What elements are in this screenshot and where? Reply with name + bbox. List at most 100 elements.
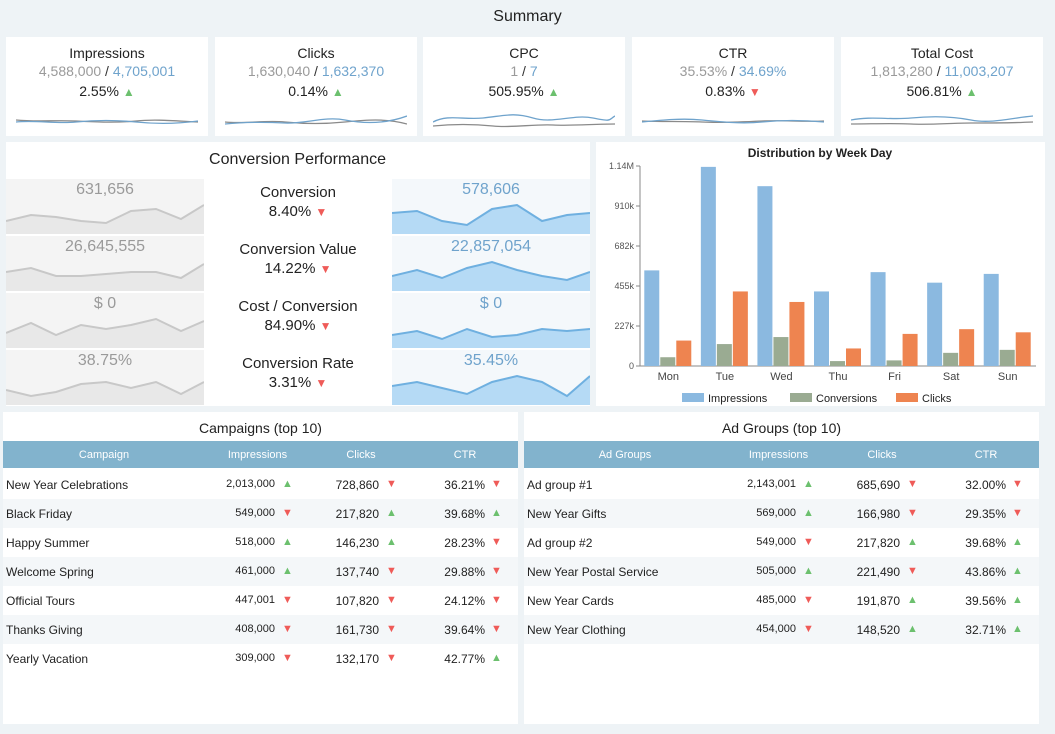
- table-row[interactable]: Black Friday 549,000 ▼ 217,820 ▲ 39.68% …: [3, 499, 518, 528]
- current-period-cell: 35.45%: [392, 350, 590, 405]
- table-row[interactable]: Welcome Spring 461,000 ▲ 137,740 ▼ 29.88…: [3, 557, 518, 586]
- table-row[interactable]: Ad group #2 549,000 ▼ 217,820 ▲ 39.68% ▲: [524, 528, 1039, 557]
- col-clicks[interactable]: Clicks: [831, 449, 933, 461]
- kpi-card-cpc[interactable]: CPC 1 / 7 505.95% ▲: [423, 37, 625, 136]
- row-ctr: 28.23%: [444, 536, 485, 550]
- kpi-card-clicks[interactable]: Clicks 1,630,040 / 1,632,370 0.14% ▲: [215, 37, 417, 136]
- row-name: Ad group #1: [527, 478, 593, 492]
- arrow-down-icon: ▼: [907, 565, 918, 577]
- arrow-up-icon: ▲: [1012, 594, 1023, 606]
- kpi-previous: 35.53%: [679, 63, 728, 79]
- arrow-down-icon: ▼: [491, 565, 502, 577]
- conversion-performance-panel: Conversion Performance 631,656 Conversio…: [6, 142, 590, 406]
- arrow-up-icon: ▲: [331, 85, 344, 99]
- kpi-previous: 1,813,280: [870, 63, 933, 79]
- col-impressions[interactable]: Impressions: [205, 449, 310, 461]
- kpi-current: 34.69%: [738, 63, 787, 79]
- current-sparkline: [392, 203, 590, 234]
- table-row[interactable]: New Year Gifts 569,000 ▲ 166,980 ▼ 29.35…: [524, 499, 1039, 528]
- col-ctr[interactable]: CTR: [412, 449, 518, 461]
- kpi-card-total-cost[interactable]: Total Cost 1,813,280 / 11,003,207 506.81…: [841, 37, 1043, 136]
- col-impressions[interactable]: Impressions: [726, 449, 831, 461]
- x-tick-label: Sat: [943, 371, 960, 383]
- weekday-distribution-chart: Distribution by Week Day 0 227k 455k 682k 910…: [596, 142, 1045, 406]
- previous-value: $ 0: [93, 295, 117, 312]
- col-ctr[interactable]: CTR: [933, 449, 1039, 461]
- sparkline-area: [392, 376, 590, 405]
- arrow-down-icon: ▼: [282, 507, 293, 519]
- row-name: New Year Clothing: [527, 623, 626, 637]
- row-name: New Year Postal Service: [527, 565, 659, 579]
- row-ctr: 36.21%: [444, 478, 485, 492]
- kpi-card-impressions[interactable]: Impressions 4,588,000 / 4,705,001 2.55% …: [6, 37, 208, 136]
- campaigns-title: Campaigns (top 10): [199, 420, 322, 436]
- table-row[interactable]: Thanks Giving 408,000 ▼ 161,730 ▼ 39.64%…: [3, 615, 518, 644]
- row-clicks: 107,820: [335, 594, 379, 608]
- metric-change-value: 3.31%: [268, 374, 312, 391]
- row-name: New Year Celebrations: [6, 478, 129, 492]
- bar-impressions-thu: [814, 291, 829, 366]
- sparkline-previous: [851, 121, 1033, 125]
- col-clicks[interactable]: Clicks: [310, 449, 412, 461]
- sparkline-area: [6, 382, 204, 405]
- row-clicks: 221,490: [856, 565, 900, 579]
- table-row[interactable]: New Year Cards 485,000 ▼ 191,870 ▲ 39.56…: [524, 586, 1039, 615]
- current-period-cell: $ 0: [392, 293, 590, 348]
- arrow-down-icon: ▼: [803, 536, 814, 548]
- arrow-down-icon: ▼: [315, 205, 328, 219]
- metric-name: Conversion: [260, 184, 336, 201]
- row-impressions: 408,000: [235, 623, 275, 635]
- row-clicks: 217,820: [335, 507, 379, 521]
- y-tick-label: 910k: [614, 201, 634, 211]
- kpi-name: CTR: [718, 45, 748, 61]
- legend-label-conversions: Conversions: [816, 393, 878, 405]
- chart-title: Distribution by Week Day: [748, 146, 893, 160]
- arrow-down-icon: ▼: [386, 478, 397, 490]
- arrow-down-icon: ▼: [315, 376, 328, 390]
- table-row[interactable]: Happy Summer 518,000 ▲ 146,230 ▲ 28.23% …: [3, 528, 518, 557]
- page-title: Summary: [493, 8, 562, 25]
- previous-period-cell: $ 0: [6, 293, 204, 348]
- previous-value: 631,656: [76, 181, 134, 198]
- row-impressions: 447,001: [235, 594, 275, 606]
- previous-sparkline: [6, 263, 204, 291]
- row-impressions: 461,000: [235, 565, 275, 577]
- bar-clicks-sat: [959, 329, 975, 366]
- arrow-up-icon: ▲: [1012, 565, 1023, 577]
- table-row[interactable]: New Year Postal Service 505,000 ▲ 221,49…: [524, 557, 1039, 586]
- legend-label-clicks: Clicks: [922, 393, 952, 405]
- x-tick-label: Tue: [716, 371, 735, 383]
- arrow-up-icon: ▲: [386, 507, 397, 519]
- kpi-previous: 4,588,000: [38, 63, 102, 79]
- col-adgroups[interactable]: Ad Groups: [524, 449, 726, 461]
- conversion-metric: Conversion 8.40% ▼: [204, 179, 392, 234]
- row-clicks: 146,230: [335, 536, 379, 550]
- table-row[interactable]: New Year Celebrations 2,013,000 ▲ 728,86…: [3, 470, 518, 499]
- kpi-card-ctr[interactable]: CTR 35.53% / 34.69% 0.83% ▼: [632, 37, 834, 136]
- sparkline-area: [6, 264, 204, 291]
- bar-impressions-sat: [927, 282, 943, 366]
- previous-value: 26,645,555: [64, 238, 146, 255]
- table-row[interactable]: Official Tours 447,001 ▼ 107,820 ▼ 24.12…: [3, 586, 518, 615]
- bar-conversions-fri: [886, 360, 902, 366]
- row-ctr: 32.00%: [965, 478, 1006, 492]
- legend-swatch-clicks: [896, 393, 918, 402]
- arrow-up-icon: ▲: [491, 507, 502, 519]
- row-ctr: 39.68%: [965, 536, 1006, 550]
- conversion-row: 631,656 Conversion 8.40% ▼ 578,606: [6, 179, 590, 235]
- kpi-name: CPC: [509, 45, 539, 61]
- table-row[interactable]: Yearly Vacation 309,000 ▼ 132,170 ▼ 42.7…: [3, 644, 518, 673]
- metric-name: Conversion Value: [239, 241, 357, 258]
- col-campaign[interactable]: Campaign: [3, 449, 205, 461]
- row-name: Thanks Giving: [6, 623, 83, 637]
- bar-clicks-mon: [676, 340, 692, 366]
- row-impressions: 569,000: [756, 507, 796, 519]
- arrow-down-icon: ▼: [386, 565, 397, 577]
- table-row[interactable]: New Year Clothing 454,000 ▼ 148,520 ▲ 32…: [524, 615, 1039, 644]
- row-clicks: 685,690: [856, 478, 900, 492]
- kpi-current: 11,003,207: [944, 63, 1014, 79]
- kpi-name: Clicks: [297, 45, 335, 61]
- table-row[interactable]: Ad group #1 2,143,001 ▲ 685,690 ▼ 32.00%…: [524, 470, 1039, 499]
- previous-value: 38.75%: [77, 352, 133, 369]
- y-tick-label: 1.14M: [609, 161, 634, 171]
